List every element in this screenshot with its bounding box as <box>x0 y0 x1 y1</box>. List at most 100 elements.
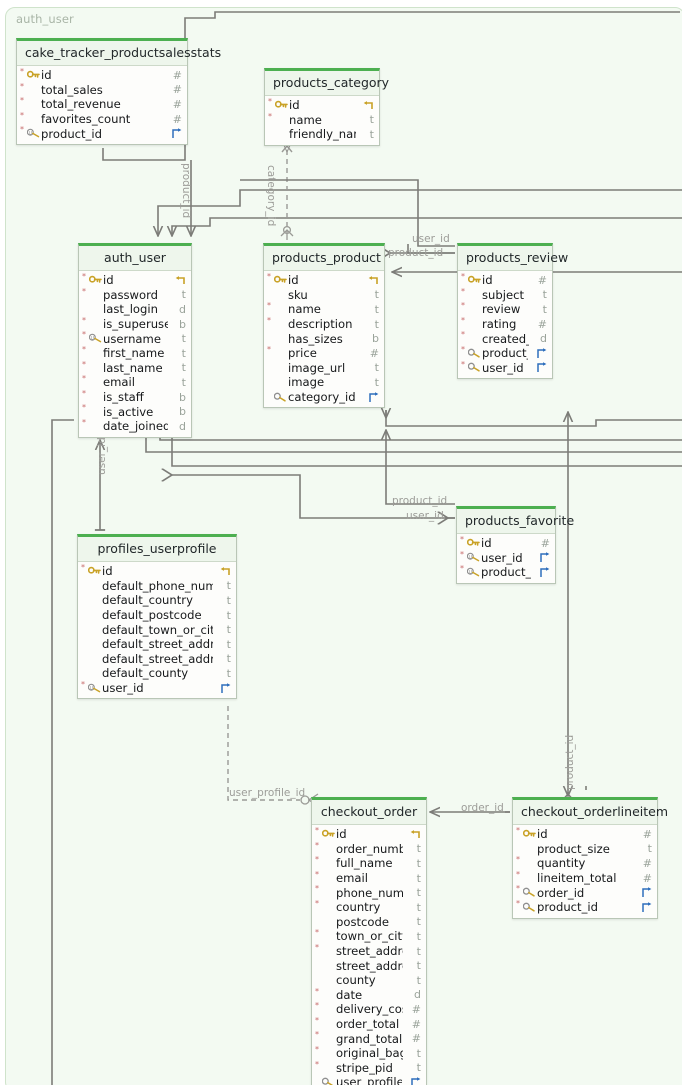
entity-checkout-order[interactable]: checkout_order *id *order_numbert *full_… <box>311 797 427 1085</box>
column-type: t <box>416 871 421 885</box>
entity-auth-user[interactable]: auth_user * id * password t last_login d * is… <box>78 243 192 438</box>
column-type: t <box>181 361 186 375</box>
table-row[interactable]: * rating # <box>458 316 552 332</box>
table-row[interactable]: * email t <box>312 870 426 886</box>
table-row[interactable]: * subject t <box>458 287 552 303</box>
table-row[interactable]: default_postcode t <box>78 608 236 623</box>
table-row[interactable]: * Uusername t <box>79 331 191 346</box>
entity-products-product[interactable]: products_product * id sku t * name t * descri… <box>263 243 385 409</box>
column-name: id <box>41 68 52 83</box>
table-row[interactable]: default_town_or_city t <box>78 622 236 637</box>
table-row[interactable]: * user_id <box>458 360 552 376</box>
notnull-marker: * <box>315 898 319 908</box>
column-type: # <box>537 273 547 287</box>
entity-products-review[interactable]: products_review * id # * subject t * review t … <box>457 243 568 380</box>
notnull-marker: * <box>82 315 86 325</box>
entity-products-category[interactable]: products_category * id * name t friendly_na… <box>264 68 389 146</box>
table-row[interactable]: * id # <box>458 273 552 288</box>
er-diagram-canvas[interactable]: auth_user cake_tracker_productsalesstats… <box>0 0 682 1085</box>
column-type: t <box>181 332 186 346</box>
table-row[interactable]: * original_bag t <box>312 1045 426 1061</box>
table-row[interactable]: * name t <box>264 302 384 317</box>
table-row[interactable]: * password t <box>79 287 191 303</box>
notnull-marker: * <box>315 855 319 865</box>
table-row[interactable]: has_sizes b <box>264 331 384 346</box>
table-row[interactable]: image_url t <box>264 361 384 376</box>
edge-label-product-id-lineitem: product_id <box>564 734 576 790</box>
table-row[interactable]: default_street_address2 t <box>78 652 236 667</box>
table-row[interactable]: * is_staff b <box>79 389 191 405</box>
table-row[interactable]: * id <box>312 827 426 842</box>
table-row[interactable]: * is_active b <box>79 404 191 419</box>
notnull-marker: * <box>20 81 24 91</box>
column-type: b <box>179 405 186 419</box>
table-row[interactable]: *product_id <box>513 899 657 915</box>
table-row[interactable]: * id <box>264 273 384 288</box>
table-row[interactable]: * phone_number t <box>312 885 426 900</box>
table-row[interactable]: * full_name t <box>312 856 426 871</box>
table-row[interactable]: *Uproduct_id <box>457 565 555 580</box>
table-row[interactable]: default_phone_number t <box>78 579 236 594</box>
table-row[interactable]: *product_id <box>458 345 552 361</box>
table-row[interactable]: * id # <box>457 536 555 551</box>
table-row[interactable]: *Uproduct_id <box>17 126 187 141</box>
table-row[interactable]: * Uuser_id <box>457 550 555 566</box>
table-row[interactable]: * id <box>78 564 236 579</box>
table-row[interactable]: * price # <box>264 345 384 361</box>
table-row[interactable]: * created_at d <box>458 331 552 346</box>
table-row[interactable]: * country t <box>312 898 426 915</box>
table-row[interactable]: user_profile_id <box>312 1075 426 1085</box>
entity-columns: * id # * total_sales # * total_revenue # * favo… <box>17 66 187 144</box>
table-row[interactable]: * date_joined d <box>79 418 191 434</box>
entity-checkout-orderlineitem[interactable]: checkout_orderlineitem * id # product_size… <box>512 797 668 919</box>
group-panel-label: auth_user <box>16 12 74 26</box>
table-row[interactable]: * id <box>79 273 191 288</box>
table-row[interactable]: * review t <box>458 302 552 317</box>
table-row[interactable]: postcode t <box>312 915 426 930</box>
table-row[interactable]: * id <box>265 98 379 113</box>
table-row[interactable]: default_street_address1 t <box>78 637 236 652</box>
table-row[interactable]: friendly_name t <box>265 127 379 142</box>
table-row[interactable]: * stripe_pid t <box>312 1060 426 1076</box>
table-row[interactable]: * town_or_city t <box>312 929 426 944</box>
table-row[interactable]: last_login d <box>79 302 191 317</box>
table-row[interactable]: * delivery_cost # <box>312 1002 426 1017</box>
foreign-key-icon <box>402 1077 421 1085</box>
entity-cake-tracker-productsalesstats[interactable]: cake_tracker_productsalesstats * id # * tot… <box>16 38 221 145</box>
table-row[interactable]: * grand_total # <box>312 1031 426 1046</box>
table-row[interactable]: * name t <box>265 112 379 128</box>
table-row[interactable]: * total_sales # <box>17 81 187 98</box>
table-row[interactable]: * id # <box>17 68 187 83</box>
column-name: total_sales <box>41 82 103 97</box>
table-row[interactable]: * email t <box>79 375 191 390</box>
table-row[interactable]: * Uuser_id <box>78 680 236 696</box>
table-row[interactable]: * order_total # <box>312 1016 426 1032</box>
table-row[interactable]: * street_address1 t <box>312 943 426 959</box>
table-row[interactable]: * first_name t <box>79 345 191 361</box>
table-row[interactable]: * quantity # <box>513 856 657 871</box>
table-row[interactable]: * order_number t <box>312 841 426 857</box>
table-row[interactable]: default_country t <box>78 593 236 608</box>
table-row[interactable]: default_county t <box>78 666 236 681</box>
table-row[interactable]: county t <box>312 973 426 988</box>
table-row[interactable]: * order_id <box>513 885 657 900</box>
table-row[interactable]: * id # <box>513 827 657 842</box>
table-row[interactable]: * last_name t <box>79 360 191 376</box>
column-name: street_address2 <box>336 958 403 973</box>
entity-profiles-userprofile[interactable]: profiles_userprofile * id default_phone_n… <box>77 534 237 700</box>
table-row[interactable]: * description t <box>264 316 384 332</box>
table-row[interactable]: product_size t <box>513 842 657 857</box>
table-row[interactable]: sku t <box>264 288 384 303</box>
table-row[interactable]: * date d <box>312 987 426 1003</box>
column-name: has_sizes <box>288 331 343 346</box>
table-row[interactable]: category_id <box>264 390 384 405</box>
table-row[interactable]: street_address2 t <box>312 958 426 973</box>
table-row[interactable]: * lineitem_total # <box>513 870 657 886</box>
table-row[interactable]: * is_superuser b <box>79 315 191 332</box>
column-type: # <box>642 827 652 841</box>
table-row[interactable]: * total_revenue # <box>17 97 187 112</box>
table-row[interactable]: * favorites_count # <box>17 111 187 127</box>
entity-products-favorite[interactable]: products_favorite * id # * Uuser_id * Uprodu… <box>456 506 574 584</box>
table-row[interactable]: image t <box>264 375 384 390</box>
column-type: t <box>226 637 231 651</box>
